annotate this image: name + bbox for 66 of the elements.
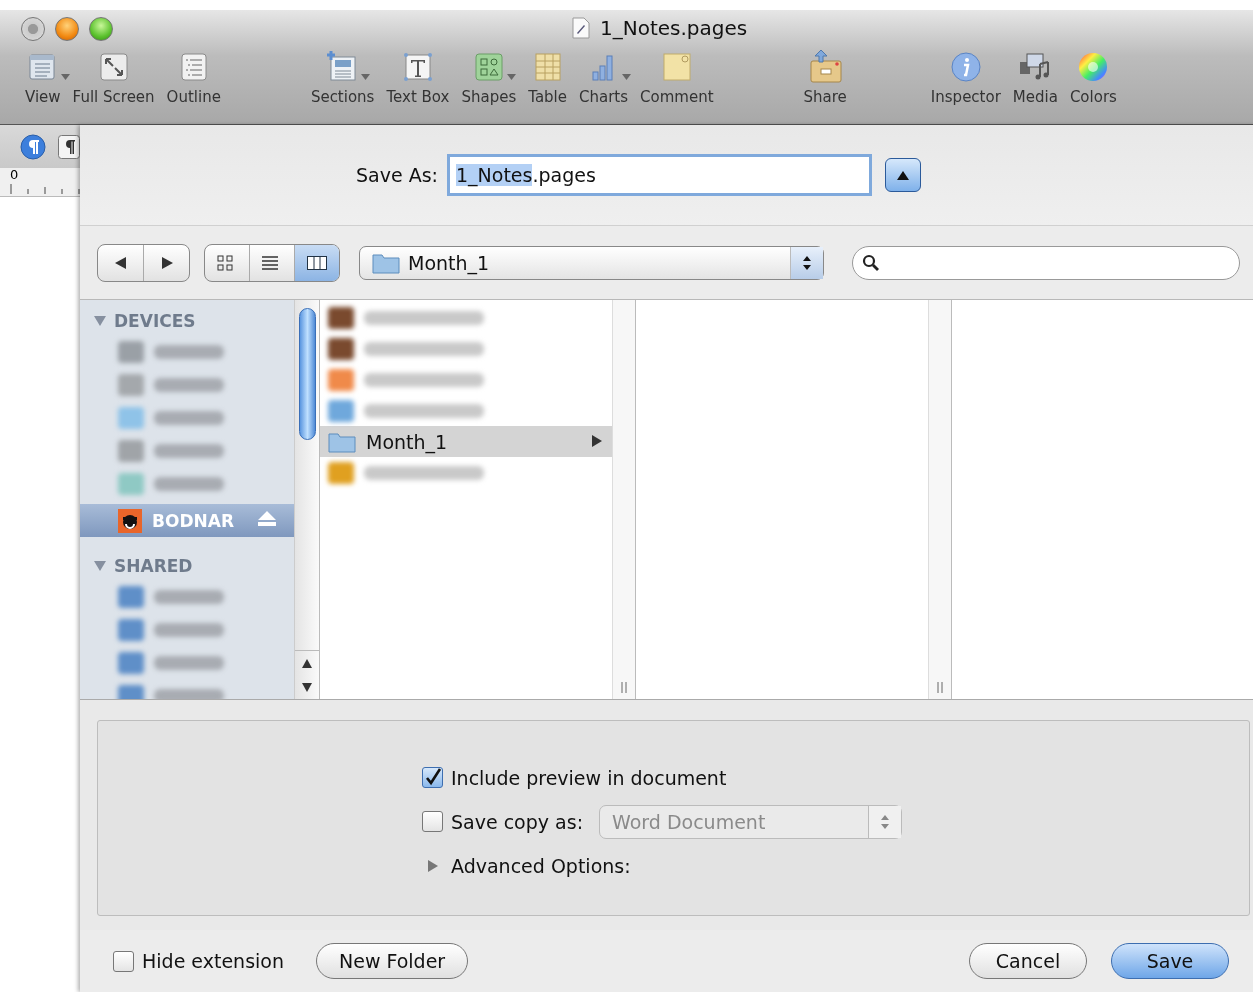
checkbox[interactable]: [422, 811, 443, 832]
checkbox-label: Hide extension: [142, 950, 284, 972]
collapse-button[interactable]: [885, 158, 921, 192]
location-popup[interactable]: Month_1: [359, 245, 824, 280]
toolbar-button[interactable]: Table: [523, 47, 572, 106]
ruler-label: 0: [10, 168, 19, 182]
paragraph-icon[interactable]: [58, 134, 80, 159]
info-icon: [948, 49, 983, 84]
push-button[interactable]: New Folder: [316, 943, 469, 979]
checkbox-label: Include preview in document: [451, 766, 727, 789]
search-field[interactable]: [852, 245, 1240, 280]
push-button[interactable]: Cancel: [969, 943, 1087, 979]
up-down-arrows-icon: [880, 813, 891, 830]
up-down-arrows-icon: [802, 254, 812, 271]
toolbar-button[interactable]: Full Screen: [67, 47, 160, 106]
toolbar-button[interactable]: Media: [1007, 47, 1063, 106]
eject-icon[interactable]: [258, 511, 276, 526]
right-triangle-icon: [592, 435, 602, 447]
push-button[interactable]: Save: [1111, 943, 1229, 979]
view-mode-button[interactable]: [294, 244, 339, 281]
section-header: DEVICES: [114, 310, 196, 331]
folder-icon: [328, 430, 356, 453]
disclosure-triangle-icon[interactable]: [427, 859, 438, 872]
disclosure-triangle-icon[interactable]: [94, 561, 106, 571]
toolbar-button[interactable]: View: [20, 47, 66, 106]
minimize-button[interactable]: [55, 16, 79, 41]
file-name-field[interactable]: 1_Notes.pages: [447, 154, 872, 196]
document-icon: [572, 17, 590, 39]
up-triangle-icon: [302, 658, 312, 668]
volume-icon: [118, 508, 142, 533]
resize-grip-icon[interactable]: [621, 682, 627, 693]
toolbar-button[interactable]: Outline: [161, 47, 226, 106]
folder-row[interactable]: Month_1: [320, 426, 612, 457]
box-upload-icon: [808, 49, 843, 84]
toolbar-button[interactable]: Inspector: [925, 47, 1006, 106]
columns-icon: [307, 254, 327, 271]
resize-grip-icon[interactable]: [937, 682, 943, 693]
ruler-ticks: [10, 184, 80, 194]
folder-icon: [372, 251, 400, 274]
checkbox[interactable]: [422, 767, 443, 788]
toolbar-button[interactable]: Text Box: [381, 47, 455, 106]
right-triangle-icon: [160, 256, 173, 269]
toolbar-button[interactable]: Share: [798, 47, 852, 106]
checkbox[interactable]: [113, 950, 134, 972]
section-header: SHARED: [114, 555, 193, 576]
toolbar-button[interactable]: Charts: [574, 47, 634, 106]
window-title: 1_Notes.pages: [600, 16, 748, 40]
search-icon: [862, 253, 880, 272]
toolbar-button[interactable]: Sections: [305, 47, 380, 106]
view-mode-control[interactable]: [204, 243, 340, 282]
toolbar-button[interactable]: Colors: [1064, 47, 1122, 106]
scroll-bar[interactable]: [294, 300, 319, 699]
toolbar-button[interactable]: Shapes: [456, 47, 522, 106]
down-triangle-icon: [302, 682, 312, 692]
paragraph-icon[interactable]: [20, 133, 46, 160]
disclosure-triangle-icon[interactable]: [94, 316, 106, 326]
disclosure-label: Advanced Options:: [451, 854, 631, 877]
checkbox-label: Save copy as:: [451, 810, 584, 833]
save-as-label: Save As:: [356, 164, 438, 186]
scroll-thumb[interactable]: [298, 308, 316, 440]
back-forward-control[interactable]: [97, 243, 190, 282]
zoom-button[interactable]: [89, 16, 113, 41]
up-triangle-icon: [897, 170, 909, 180]
left-triangle-icon: [114, 256, 127, 269]
close-button[interactable]: [21, 16, 45, 41]
toolbar-button[interactable]: Comment: [635, 47, 719, 106]
